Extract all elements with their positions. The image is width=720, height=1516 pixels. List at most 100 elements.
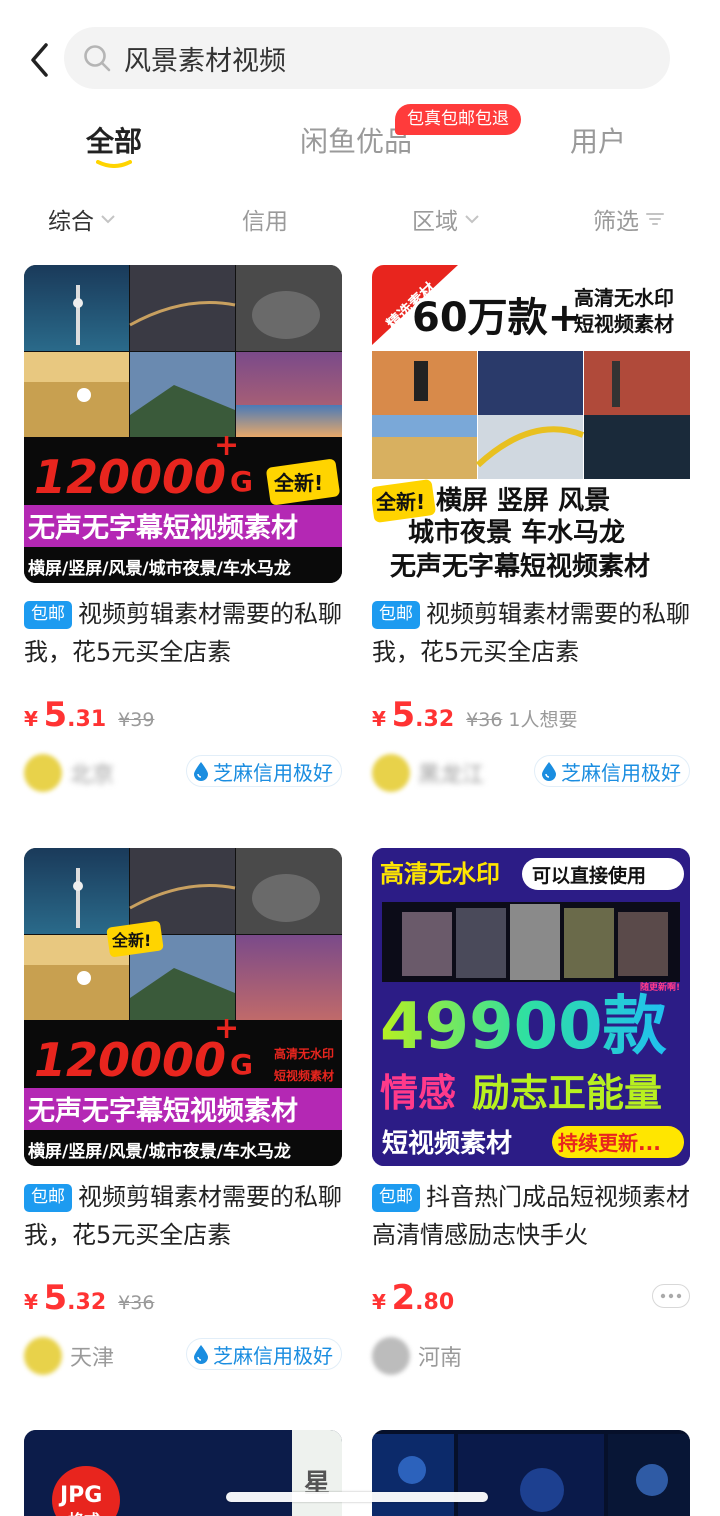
image-line-3: 无声无字幕短视频素材 [390,551,650,582]
seller-info[interactable]: 北京 [24,753,114,793]
original-price: ¥36 [466,709,503,731]
image-foot-left: 短视频素材 [382,1129,512,1159]
chevron-down-icon [465,215,479,224]
free-shipping-tag: 包邮 [372,1184,420,1212]
seller-avatar[interactable] [372,754,410,792]
free-shipping-tag: 包邮 [24,1184,72,1212]
credit-label: 芝麻信用极好 [561,760,681,785]
seller-info[interactable]: 天津 [24,1336,114,1376]
product-card[interactable]: 精选素材 60万款+ 高清无水印 短视频素材 全新! 横屏 竖屏 风景 城市夜景… [372,265,690,825]
filter-region[interactable]: 区域 [412,202,480,236]
image-corner: JPG [58,1483,102,1508]
image-headline: 120000 [34,1033,226,1087]
svg-text:全新!: 全新! [273,471,323,495]
svg-text:全新!: 全新! [375,490,425,514]
product-image[interactable] [372,1430,690,1516]
price-row: ¥ 5.32 ¥36 1人想要 [372,695,578,735]
product-card[interactable]: 星 JPG 格式 [24,1430,342,1516]
filter-screen[interactable]: 筛选 [593,202,665,236]
seller-location: 河南 [418,1346,463,1371]
image-head-left: 高清无水印 [380,860,500,888]
seller-location: 黑龙江 [418,763,485,788]
filter-bar: 综合 信用 区域 筛选 [0,188,720,244]
product-title[interactable]: 包邮 视频剪辑素材需要的私聊我，花5元买全店素 [24,1178,342,1254]
filter-comprehensive[interactable]: 综合 [48,202,116,236]
filter-label: 筛选 [593,209,639,235]
product-image[interactable]: 高清无水印 可以直接使用 49900款 随更新啊! 情感 励志正能量 短视频素材… [372,848,690,1166]
image-headline-unit: G [230,465,253,498]
image-foot-right: 持续更新... [558,1131,661,1155]
image-headline-unit: G [230,1048,253,1081]
home-indicator[interactable] [226,1492,488,1502]
more-options-button[interactable] [652,1284,690,1308]
water-drop-icon [194,762,208,781]
image-headline: 120000 [34,450,226,504]
result-tabs: 全部 闲鱼优品 包真包邮包退 用户 [0,104,720,174]
image-side-2: 短视频素材 [274,1068,334,1083]
image-footline: 横屏/竖屏/风景/城市夜景/车水马龙 [28,1141,291,1162]
image-side-1: 高清无水印 [274,1046,334,1061]
search-box[interactable] [64,27,670,89]
image-headline-sup: + [214,428,239,463]
product-image[interactable]: 精选素材 60万款+ 高清无水印 短视频素材 全新! 横屏 竖屏 风景 城市夜景… [372,265,690,583]
tab-active-indicator [96,160,132,168]
product-title[interactable]: 包邮 视频剪辑素材需要的私聊我，花5元买全店素 [24,595,342,671]
chevron-left-icon [31,43,48,77]
image-head-right: 可以直接使用 [532,864,646,887]
back-button[interactable] [22,38,58,82]
tab-all[interactable]: 全部 [86,120,142,160]
search-bar-area [0,0,720,100]
credit-label: 芝麻信用极好 [213,1343,333,1368]
product-card[interactable]: 全新! 120000 + G 高清无水印 短视频素材 无声无字幕短视频素材 横屏… [24,848,342,1408]
seller-location: 天津 [70,1346,115,1371]
image-mid-left: 情感 [380,1071,456,1115]
credit-badge: 芝麻信用极好 [186,755,342,787]
image-headline: 49900款 [380,990,667,1064]
seller-info[interactable]: 河南 [372,1336,462,1376]
image-tiny-label: 随更新啊! [640,981,680,993]
free-shipping-tag: 包邮 [372,601,420,629]
product-title[interactable]: 包邮 视频剪辑素材需要的私聊我，花5元买全店素 [372,595,690,671]
product-image[interactable]: 星 JPG 格式 [24,1430,342,1516]
seller-avatar[interactable] [372,1337,410,1375]
image-mid-right: 励志正能量 [472,1071,662,1115]
tab-users[interactable]: 用户 [570,120,626,160]
seller-avatar[interactable] [24,754,62,792]
credit-label: 芝麻信用极好 [213,760,333,785]
product-card[interactable]: 120000 + G 全新! 无声无字幕短视频素材 横屏/竖屏/风景/城市夜景/… [24,265,342,825]
original-price: ¥39 [118,709,155,731]
filter-icon [646,213,664,225]
product-image[interactable]: 120000 + G 全新! 无声无字幕短视频素材 横屏/竖屏/风景/城市夜景/… [24,265,342,583]
product-title[interactable]: 包邮 抖音热门成品短视频素材高清情感励志快手火 [372,1178,690,1254]
product-card[interactable] [372,1430,690,1516]
free-shipping-tag: 包邮 [24,601,72,629]
want-count: 1人想要 [508,709,578,731]
filter-label: 信用 [242,209,288,235]
price: ¥ 5.32 [372,695,455,735]
product-image[interactable]: 全新! 120000 + G 高清无水印 短视频素材 无声无字幕短视频素材 横屏… [24,848,342,1166]
svg-text:全新!: 全新! [111,931,151,950]
seller-info[interactable]: 黑龙江 [372,753,484,793]
filter-label: 区域 [412,209,458,235]
search-icon [84,45,111,72]
image-footline: 横屏/竖屏/风景/城市夜景/车水马龙 [28,558,291,579]
price: ¥ 5.31 [24,695,107,735]
image-subline: 无声无字幕短视频素材 [28,1095,298,1127]
search-input[interactable] [124,42,644,74]
price: ¥ 5.32 [24,1278,107,1318]
price: ¥ 2.80 [372,1278,455,1318]
water-drop-icon [194,1345,208,1364]
credit-badge: 芝麻信用极好 [534,755,690,787]
promo-badge: 包真包邮包退 [395,104,521,135]
image-subline: 无声无字幕短视频素材 [28,512,298,544]
image-head-right-2: 短视频素材 [574,312,674,336]
water-drop-icon [542,762,556,781]
product-card[interactable]: 高清无水印 可以直接使用 49900款 随更新啊! 情感 励志正能量 短视频素材… [372,848,690,1408]
chevron-down-icon [101,215,115,224]
credit-badge: 芝麻信用极好 [186,1338,342,1370]
seller-location: 北京 [70,763,115,788]
seller-avatar[interactable] [24,1337,62,1375]
filter-credit[interactable]: 信用 [242,202,288,236]
more-dots-icon [660,1293,682,1299]
image-line-2: 城市夜景 车水马龙 [408,517,625,548]
